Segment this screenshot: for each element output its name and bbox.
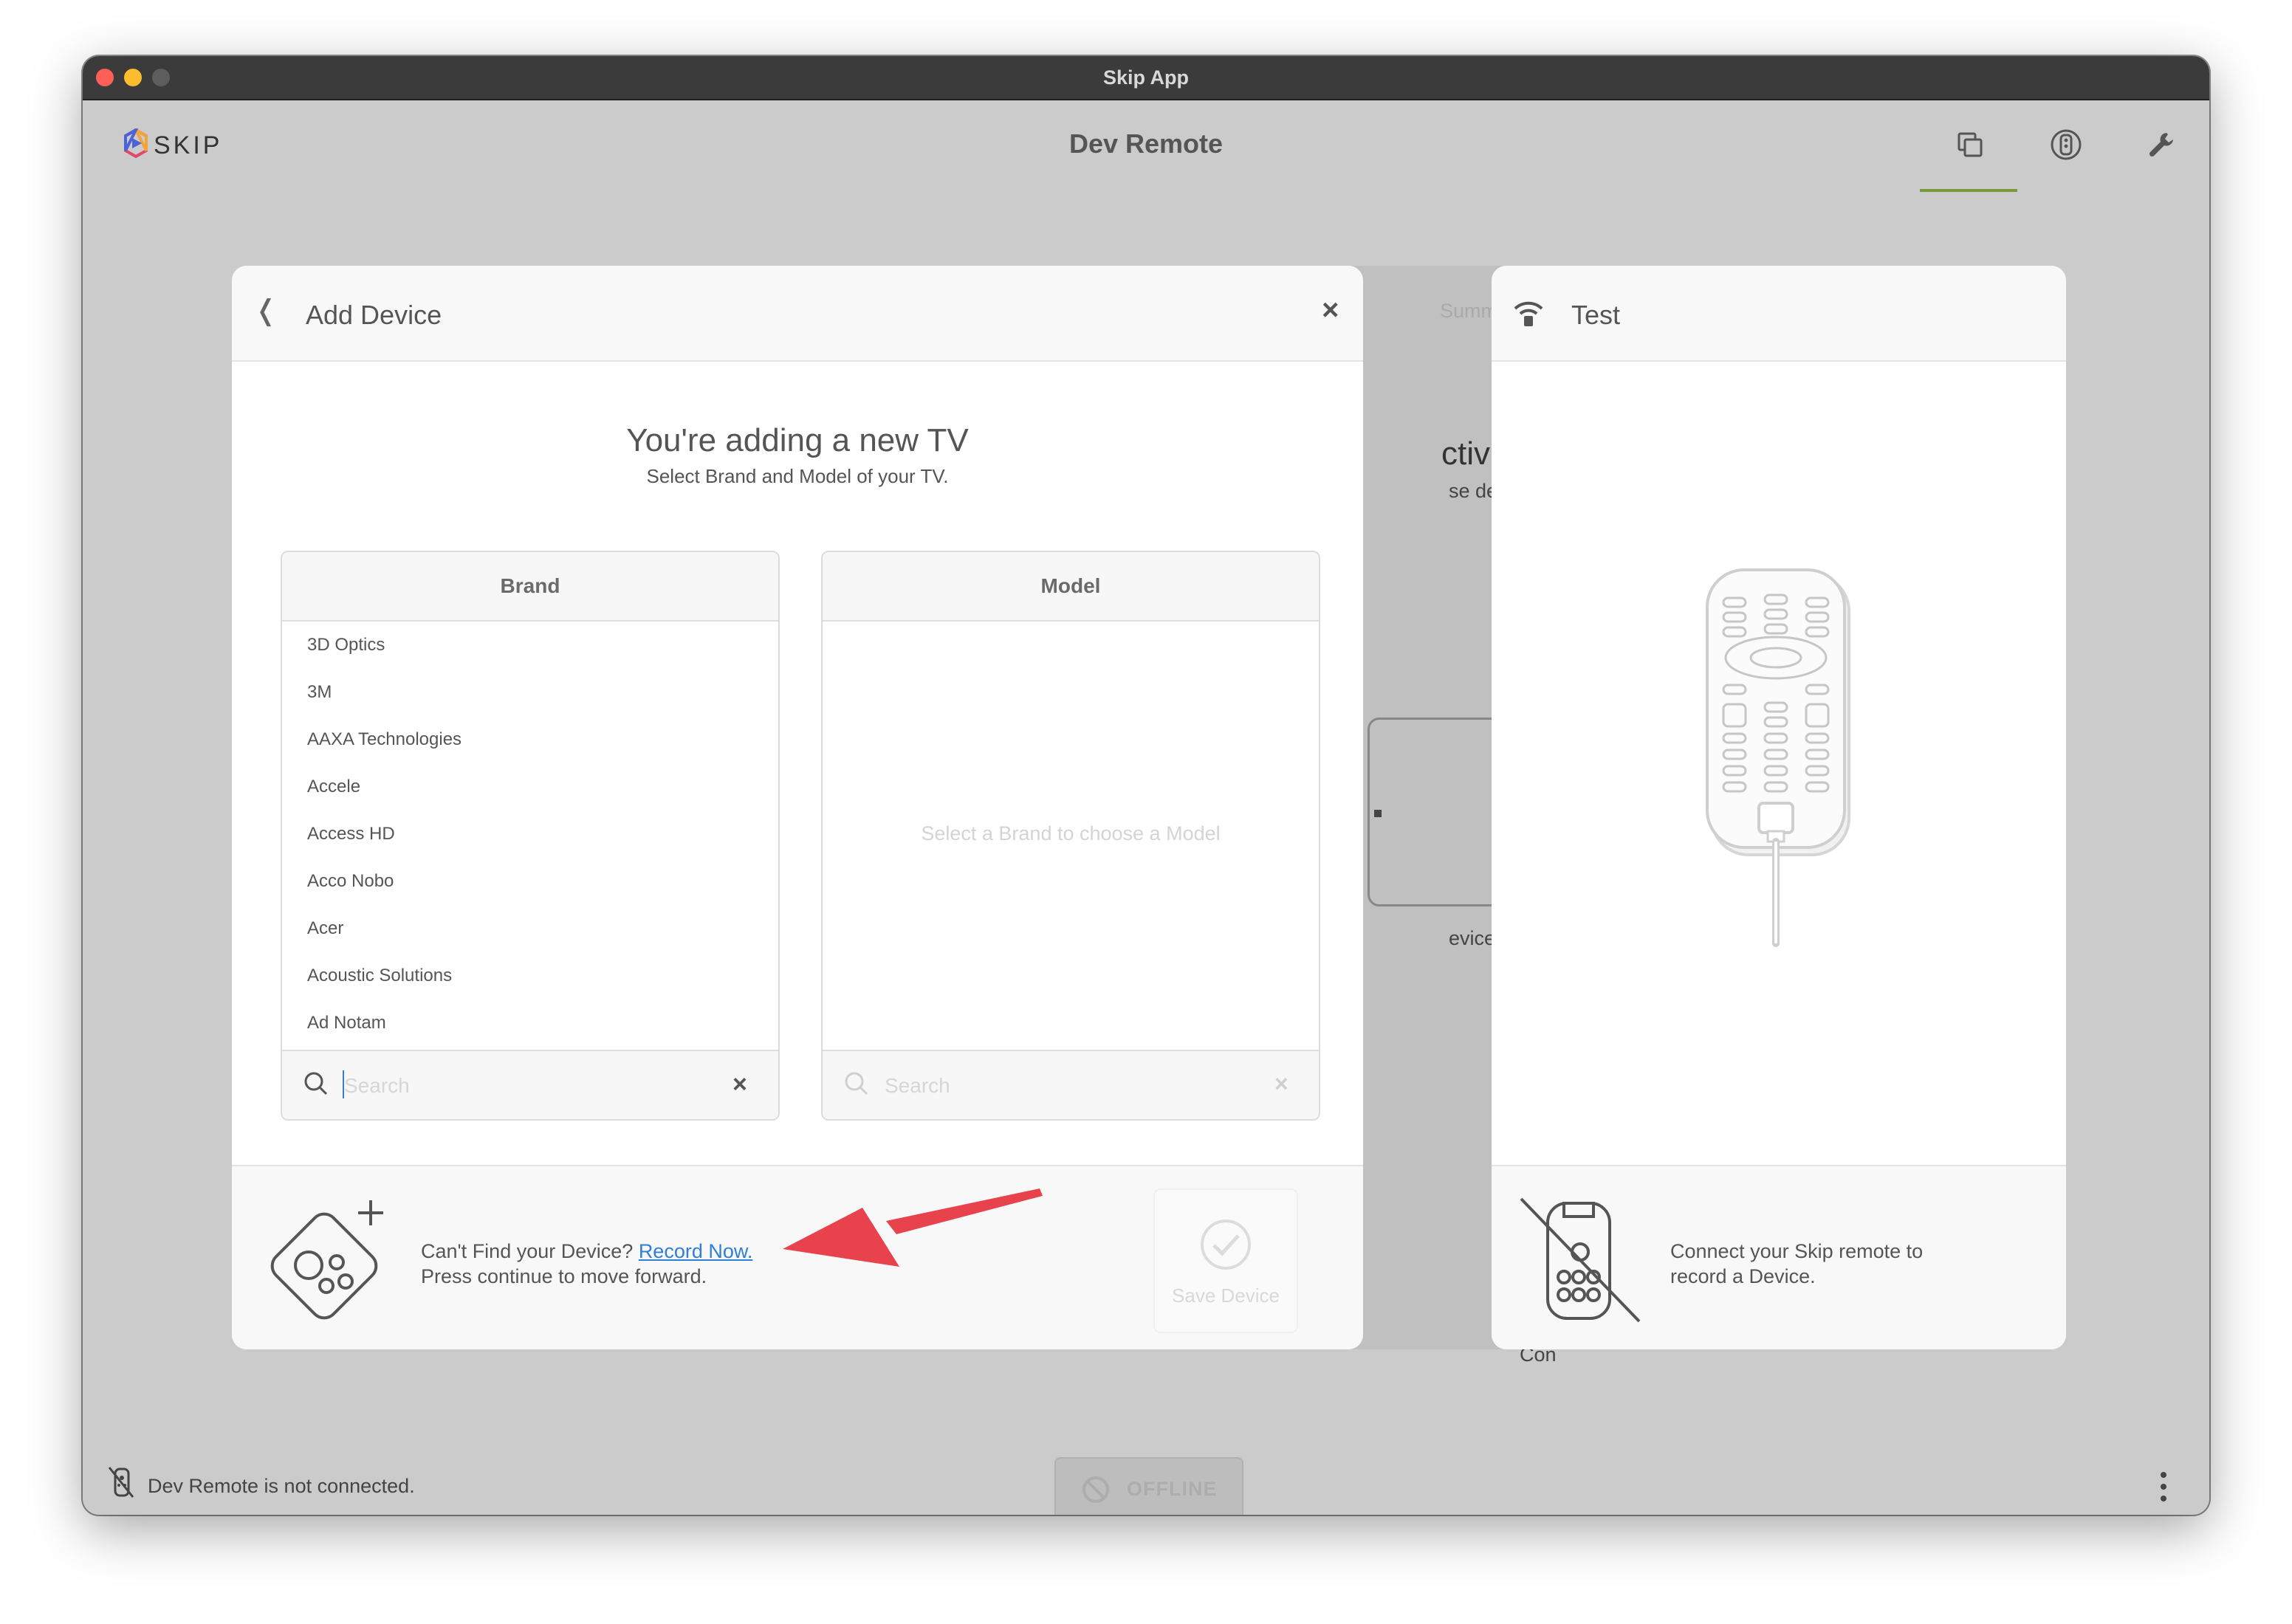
signal-icon <box>1514 301 1543 326</box>
remote-disconnected-icon <box>108 1467 134 1498</box>
app-window: Skip App SKIP Dev Remote Summ ctivity. s… <box>83 56 2209 1515</box>
close-icon[interactable]: × <box>1322 294 1339 327</box>
search-icon <box>845 1072 868 1095</box>
clear-search-icon[interactable]: × <box>732 1070 747 1099</box>
brand-item[interactable]: Acoustic Solutions <box>307 952 452 999</box>
add-device-heading: You're adding a new TV <box>626 422 969 458</box>
add-remote-icon[interactable] <box>261 1194 394 1327</box>
cant-find-text: Can't Find your Device? <box>421 1240 634 1262</box>
add-device-header: ❬ Add Device × <box>232 266 1363 362</box>
save-device-button[interactable]: Save Device <box>1153 1188 1298 1333</box>
test-title: Test <box>1571 300 1621 330</box>
dialog-title: Add Device <box>306 300 442 330</box>
offline-label: OFFLINE <box>1127 1478 1218 1500</box>
model-search-input <box>883 1069 1226 1103</box>
record-prompt: Can't Find your Device? Record Now. <box>421 1239 752 1264</box>
offline-button[interactable]: OFFLINE <box>1054 1457 1243 1515</box>
connection-status: Dev Remote is not connected. <box>148 1475 415 1497</box>
background-device-label: evice <box>1449 927 1496 949</box>
brand-header: Brand <box>282 552 778 622</box>
save-device-label: Save Device <box>1172 1284 1280 1307</box>
connect-remote-line1: Connect your Skip remote to <box>1670 1240 1924 1262</box>
block-icon <box>1082 1476 1109 1503</box>
brand-item[interactable]: 3D Optics <box>307 622 385 669</box>
back-chevron-icon[interactable]: ❬ <box>254 294 278 327</box>
brand-item[interactable]: 3M <box>307 669 332 716</box>
more-vert-icon[interactable] <box>2158 1470 2169 1503</box>
title-bar: Skip App <box>83 56 2209 100</box>
brand-item[interactable]: Access HD <box>307 811 395 858</box>
brand-search-row: × <box>282 1050 778 1119</box>
brand-item[interactable]: Acer <box>307 905 343 952</box>
brand-item[interactable]: AAXA Technologies <box>307 716 462 763</box>
model-list: Model Select a Brand to choose a Model × <box>821 551 1320 1121</box>
remote-icon[interactable] <box>2050 128 2082 161</box>
remote-disconnected-icon <box>1520 1197 1641 1323</box>
remote-illustration-icon <box>1706 568 1850 947</box>
model-search-row: × <box>823 1050 1319 1119</box>
page-title: Dev Remote <box>1068 128 1224 159</box>
brand-item[interactable]: Acco Nobo <box>307 858 394 905</box>
test-panel: Test Connect your Skip remote to record … <box>1492 266 2066 1349</box>
clear-search-icon: × <box>1274 1070 1289 1097</box>
wrench-icon[interactable] <box>2147 130 2177 159</box>
test-header: Test <box>1492 266 2066 362</box>
devices-icon[interactable] <box>1955 130 1985 159</box>
window-title: Skip App <box>1102 66 1189 89</box>
brand-list: Brand 3D Optics 3M AAXA Technologies Acc… <box>281 551 780 1121</box>
brand-item[interactable]: Accele <box>307 763 360 811</box>
annotation-arrow-icon <box>783 1188 1043 1267</box>
background-tab-label: Summ <box>1440 300 1498 322</box>
test-footer: Connect your Skip remote to record a Dev… <box>1492 1165 2066 1349</box>
add-device-subheading: Select Brand and Model of your TV. <box>646 465 949 487</box>
record-now-link[interactable]: Record Now. <box>639 1240 753 1262</box>
active-tab-indicator <box>1920 189 2017 192</box>
model-empty-text: Select a Brand to choose a Model <box>921 822 1221 844</box>
continue-hint: Press continue to move forward. <box>421 1265 707 1287</box>
search-icon <box>304 1072 328 1095</box>
check-circle-icon <box>1201 1219 1251 1270</box>
connect-remote-line2: record a Device. <box>1670 1265 1816 1287</box>
brand-search-input[interactable] <box>343 1069 685 1103</box>
model-header: Model <box>823 552 1319 622</box>
brand-item[interactable]: Ad Notam <box>307 999 386 1047</box>
